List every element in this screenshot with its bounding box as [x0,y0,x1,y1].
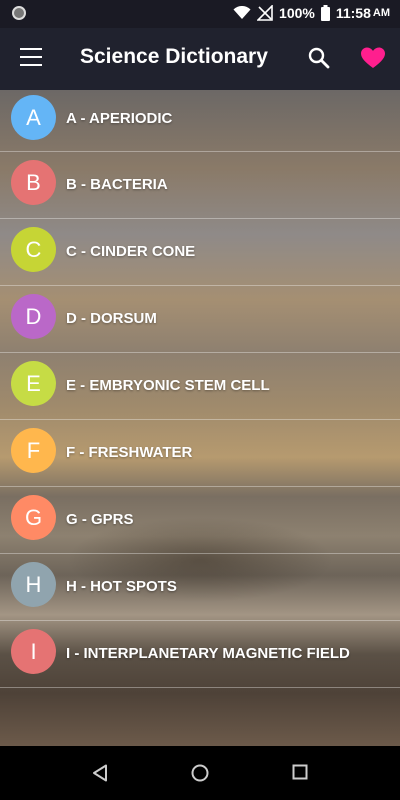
letter-avatar: G [11,495,56,540]
list-item[interactable]: A A - APERIODIC [0,90,400,152]
letter-avatar: I [11,629,56,674]
page-title: Science Dictionary [80,45,268,68]
clock-time: 11:58 [335,5,371,21]
letter-avatar: B [11,160,56,205]
letter-avatar: C [11,227,56,272]
list-item[interactable]: F F - FRESHWATER [0,420,400,487]
letter-avatar: E [11,361,56,406]
list-item-label: C - CINDER CONE [66,243,196,260]
app-bar: Science Dictionary [0,28,400,90]
clock-ampm: AM [372,7,390,19]
letter-avatar: D [11,294,56,339]
notification-icon [12,6,26,20]
system-nav-bar [0,746,400,800]
menu-icon[interactable] [20,48,42,66]
list-item-label: B - BACTERIA [66,176,168,193]
battery-percent: 100% [279,5,315,21]
list-item-label: F - FRESHWATER [66,444,193,461]
list-item[interactable]: H H - HOT SPOTS [0,554,400,621]
list-item-label: A - APERIODIC [66,110,173,127]
back-icon[interactable] [92,764,108,782]
heart-icon[interactable] [360,47,386,69]
home-icon[interactable] [191,764,209,782]
list-item[interactable]: I I - INTERPLANETARY MAGNETIC FIELD [0,621,400,688]
no-signal-icon [257,5,273,21]
letter-avatar: F [11,428,56,473]
letter-avatar: H [11,562,56,607]
wifi-icon [233,6,251,19]
list-item[interactable]: B B - BACTERIA [0,152,400,219]
recents-icon[interactable] [292,764,308,780]
list-item[interactable]: G G - GPRS [0,487,400,554]
list-item-label: E - EMBRYONIC STEM CELL [66,377,270,394]
letter-avatar: A [11,95,56,140]
search-icon[interactable] [308,47,330,69]
status-bar: 100% 11:58 AM [0,0,400,28]
list-item-label: G - GPRS [66,511,134,528]
list-item-label: I - INTERPLANETARY MAGNETIC FIELD [66,645,350,662]
battery-icon [320,5,330,21]
letter-list: A A - APERIODIC B B - BACTERIA C C - CINDER C… [0,90,400,688]
list-item[interactable]: C C - CINDER CONE [0,219,400,286]
list-item[interactable]: E E - EMBRYONIC STEM CELL [0,353,400,420]
list-item-label: D - DORSUM [66,310,157,327]
list-item[interactable]: D D - DORSUM [0,286,400,353]
list-item-label: H - HOT SPOTS [66,578,177,595]
letter-list-area: A A - APERIODIC B B - BACTERIA C C - CINDER C… [0,90,400,746]
